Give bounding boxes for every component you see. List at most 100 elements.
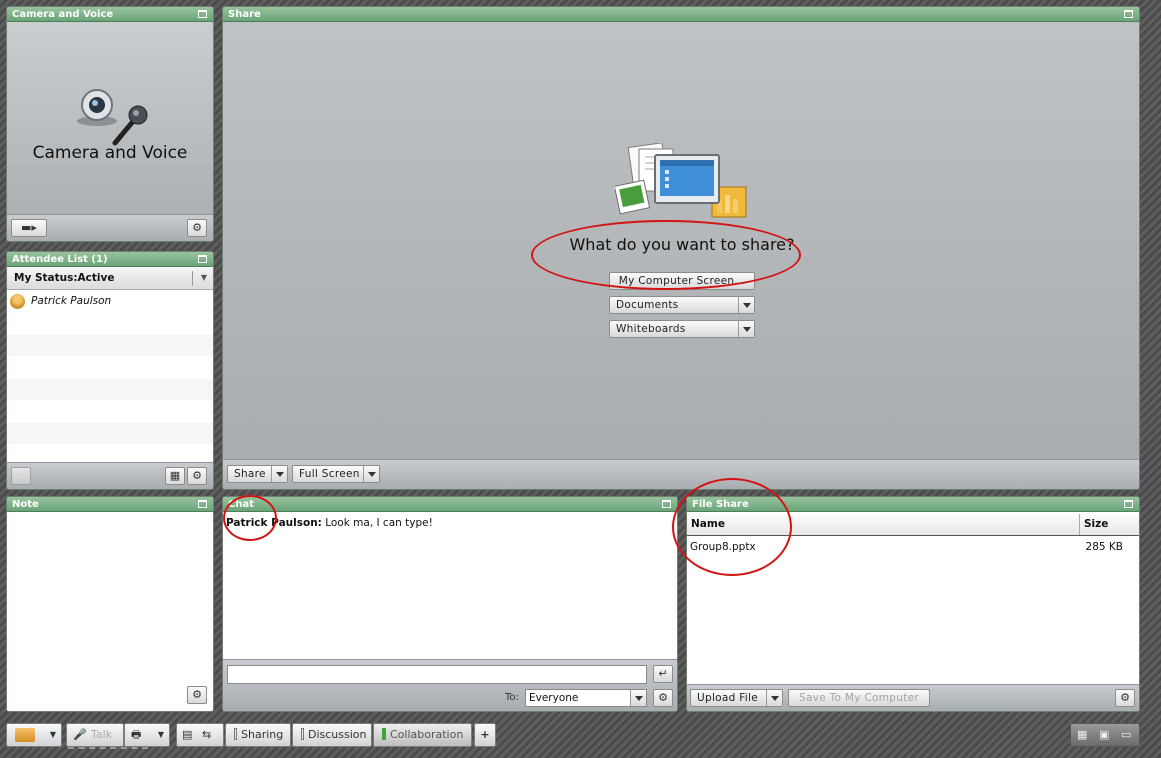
- attendee-empty-row: [7, 335, 213, 357]
- view-controls-group[interactable]: ▦ ▣ ▭: [1070, 723, 1140, 747]
- pod-options-gear-button[interactable]: ⚙: [187, 467, 207, 485]
- chevron-down-icon: ▼: [157, 730, 164, 739]
- share-pod-title: Share: [223, 7, 1139, 22]
- chat-text: Look ma, I can type!: [325, 517, 433, 529]
- enter-arrow-icon: ↵: [658, 667, 668, 680]
- handshake-icon: ⇆: [202, 728, 212, 741]
- attendee-pod-footer: ▦ ⚙: [7, 462, 213, 489]
- note-pod-footer: ⚙: [7, 684, 213, 711]
- gear-icon: ⚙: [192, 688, 202, 701]
- gear-icon: ⚙: [658, 691, 668, 704]
- chat-message-input[interactable]: [227, 665, 647, 684]
- gear-icon: ⚙: [1120, 691, 1130, 704]
- attendee-row[interactable]: Patrick Paulson: [7, 291, 213, 313]
- attendee-list-pod: Attendee List (1) My Status:Active ▼ Pat…: [6, 251, 214, 490]
- upload-file-label: Upload File: [697, 692, 758, 704]
- layout-tools-button[interactable]: ▤ ⇆: [176, 723, 224, 747]
- chat-bubble-icon: ▣: [1099, 728, 1110, 741]
- share-whiteboards-dropdown[interactable]: Whiteboards: [609, 320, 755, 338]
- chat-recipient-dropdown[interactable]: Everyone: [525, 689, 647, 707]
- layout-tab-sharing-label: Sharing: [241, 728, 284, 741]
- chat-pod-title: Chat: [223, 497, 677, 512]
- user-folder-icon: [15, 728, 35, 742]
- file-size: 285 KB: [1085, 541, 1123, 553]
- attendee-empty-row: [7, 423, 213, 445]
- pod-options-gear-button[interactable]: ⚙: [187, 219, 207, 237]
- attendee-name: Patrick Paulson: [31, 295, 112, 307]
- chevron-down-icon: [630, 690, 646, 706]
- chat-pod: Chat Patrick Paulson: Look ma, I can typ…: [222, 496, 678, 712]
- whiteboards-label: Whiteboards: [616, 323, 686, 335]
- grid-view-icon: ▦: [1077, 728, 1088, 741]
- annotation-circle-chat-title: [223, 495, 277, 541]
- layout-tab-sharing[interactable]: Sharing: [225, 723, 291, 747]
- pod-options-gear-button[interactable]: ⚙: [187, 686, 207, 704]
- full-screen-label: Full Screen: [299, 468, 360, 480]
- camera-voice-title: Camera and Voice: [7, 7, 213, 22]
- documents-label: Documents: [616, 299, 679, 311]
- attendee-empty-row: [7, 357, 213, 379]
- maximize-icon[interactable]: [198, 10, 207, 18]
- layout-tab-collaboration-label: Collaboration: [390, 728, 464, 741]
- layout-indicator-icon: [301, 728, 304, 740]
- layout-tab-discussion-label: Discussion: [308, 728, 367, 741]
- chevron-down-icon: ▼: [49, 730, 56, 739]
- layout-tab-collaboration[interactable]: Collaboration: [373, 723, 472, 747]
- chevron-down-icon: [738, 297, 754, 313]
- maximize-icon[interactable]: [662, 500, 671, 508]
- host-user-icon: [10, 294, 25, 309]
- printer-icon: ▤: [182, 728, 193, 741]
- note-pod-title: Note: [7, 497, 213, 512]
- share-menu-button[interactable]: Share: [227, 465, 288, 483]
- save-to-my-computer-button[interactable]: Save To My Computer: [788, 689, 930, 707]
- attendee-empty-row: [7, 379, 213, 401]
- send-message-button[interactable]: ↵: [653, 665, 673, 683]
- maximize-icon[interactable]: [1124, 500, 1133, 508]
- view-options-button[interactable]: ▦: [165, 467, 185, 485]
- attendee-empty-row: [7, 313, 213, 335]
- talk-label: Talk: [91, 728, 113, 741]
- note-text-area[interactable]: [7, 513, 213, 684]
- chat-recipient-value: Everyone: [529, 692, 579, 704]
- share-menu-label: Share: [234, 468, 266, 480]
- chevron-down-icon: [271, 466, 287, 482]
- talk-button[interactable]: 🎤 Talk: [66, 723, 124, 747]
- phone-menu-button[interactable]: 🖶 ▼: [124, 723, 170, 747]
- size-column-header[interactable]: Size: [1084, 518, 1108, 530]
- chevron-down-icon: [766, 690, 782, 706]
- share-documents-dropdown[interactable]: Documents: [609, 296, 755, 314]
- attendee-list-title: Attendee List (1): [7, 252, 213, 267]
- camera-voice-toggle-button[interactable]: ▬▸: [11, 219, 47, 237]
- chevron-down-icon: ▼: [200, 273, 207, 282]
- maximize-icon[interactable]: [198, 500, 207, 508]
- file-share-footer: Upload File Save To My Computer ⚙: [687, 684, 1139, 711]
- microphone-icon: 🎤: [73, 728, 87, 741]
- camera-pod-footer: ▬▸ ⚙: [7, 214, 213, 241]
- add-layout-button[interactable]: +: [474, 723, 496, 747]
- gear-icon: ⚙: [192, 469, 202, 482]
- host-menu-button[interactable]: ▼: [6, 723, 62, 747]
- camera-voice-pod: Camera and Voice Camera and Voice ▬▸ ⚙: [6, 6, 214, 242]
- layout-tab-discussion[interactable]: Discussion: [292, 723, 372, 747]
- active-layout-indicator-icon: [382, 728, 386, 740]
- screen-icon: ▭: [1121, 728, 1132, 741]
- pod-options-gear-button[interactable]: ⚙: [1115, 689, 1135, 707]
- chat-to-label: To:: [505, 692, 519, 703]
- my-status-dropdown[interactable]: My Status:Active ▼: [7, 268, 213, 290]
- maximize-icon[interactable]: [1124, 10, 1133, 18]
- annotation-circle-file-share: [672, 478, 792, 576]
- gear-icon: ⚙: [192, 221, 202, 234]
- camera-voice-label: Camera and Voice: [32, 143, 188, 163]
- share-pod-footer: Share Full Screen: [223, 459, 1139, 489]
- layout-indicator-icon: [234, 728, 237, 740]
- chat-input-area: ↵ To: Everyone ⚙: [223, 659, 677, 711]
- webcam-microphone-icon: [77, 89, 148, 146]
- maximize-icon[interactable]: [198, 255, 207, 263]
- annotation-circle-share-prompt: [531, 220, 801, 290]
- upload-file-button[interactable]: Upload File: [690, 689, 783, 707]
- pod-options-gear-button[interactable]: ⚙: [653, 689, 673, 707]
- raise-hand-button[interactable]: [11, 467, 31, 485]
- video-camera-icon: ▬▸: [21, 221, 37, 234]
- full-screen-button[interactable]: Full Screen: [292, 465, 380, 483]
- grid-view-icon: ▦: [169, 469, 181, 482]
